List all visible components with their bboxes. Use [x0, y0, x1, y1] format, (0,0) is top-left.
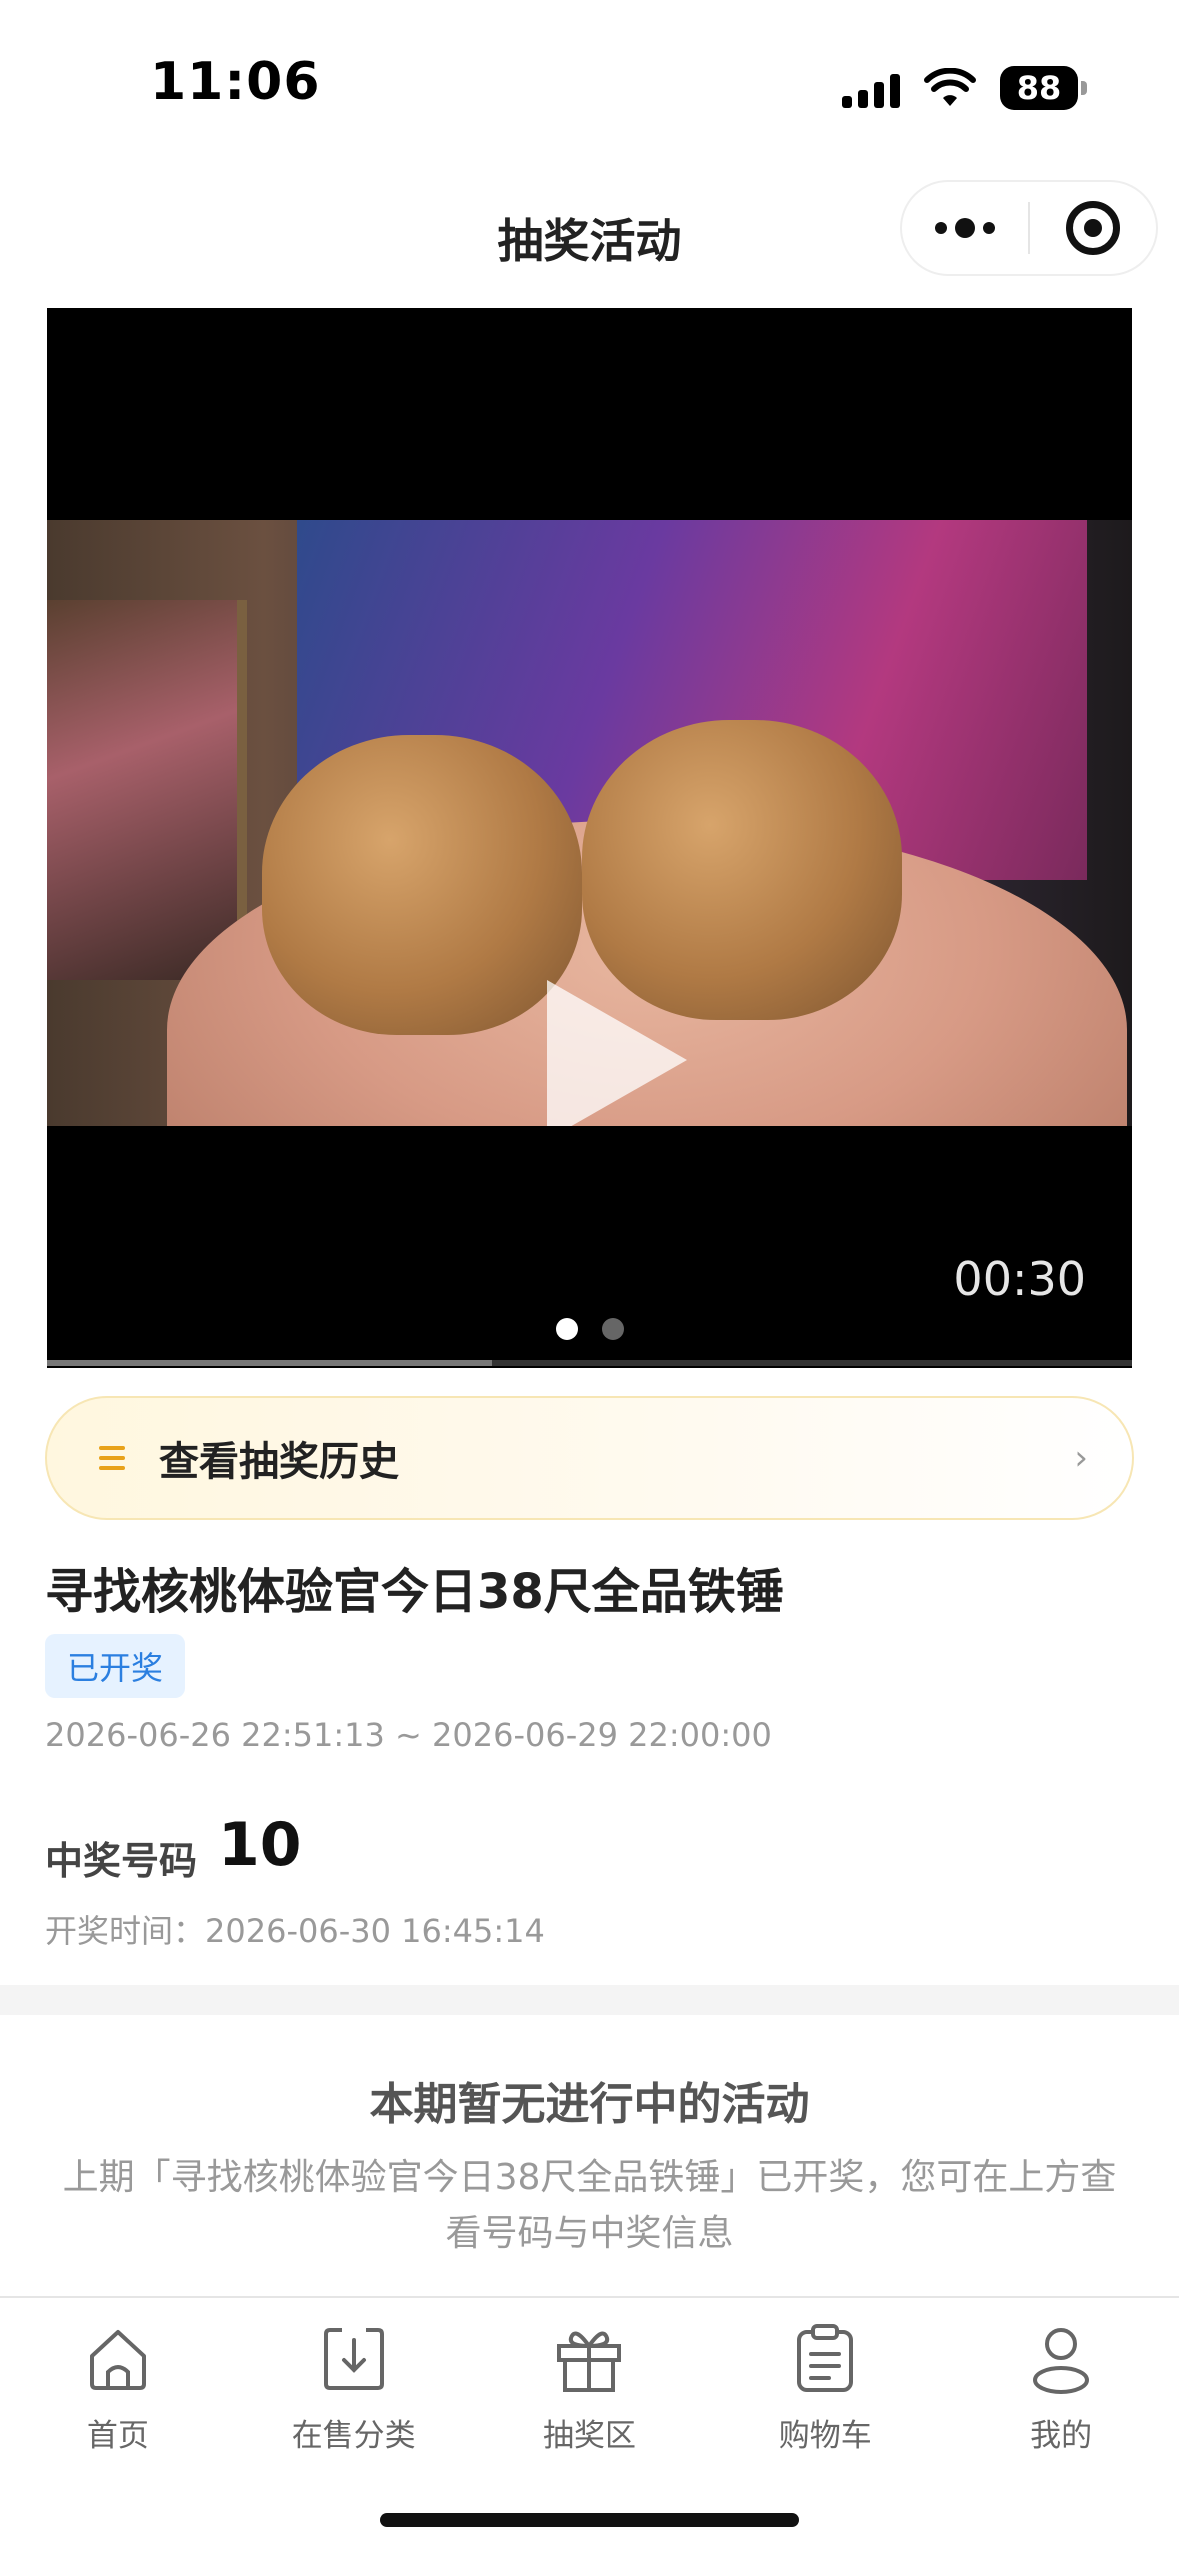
category-icon — [323, 2328, 384, 2390]
walnut-right — [582, 720, 902, 1020]
tab-label: 首页 — [86, 2418, 149, 2454]
lottery-history-label: 查看抽奖历史 — [159, 1439, 399, 1485]
tab-mine[interactable]: 我的 — [943, 2298, 1179, 2476]
tab-label: 购物车 — [778, 2418, 872, 2454]
carousel-dot[interactable] — [555, 1318, 578, 1340]
video-progress-fill — [47, 1360, 492, 1366]
play-icon[interactable] — [547, 980, 687, 1126]
draw-time: 开奖时间：2026-06-30 16:45:14 — [45, 1912, 545, 1950]
tab-lottery[interactable]: 抽奖区 — [472, 2298, 708, 2476]
winning-number: 10 — [218, 1810, 302, 1880]
carousel-indicator — [47, 1318, 1132, 1340]
status-icons: 88 — [842, 62, 1087, 114]
wifi-icon — [924, 68, 976, 106]
status-badge: 已开奖 — [45, 1634, 186, 1698]
list-icon — [99, 1446, 125, 1470]
home-indicator[interactable] — [380, 2513, 799, 2527]
video-progress-bar[interactable] — [47, 1360, 1132, 1366]
section-divider — [0, 1985, 1179, 2015]
status-time: 11:06 — [150, 52, 321, 112]
gift-icon — [557, 2331, 622, 2392]
tab-home[interactable]: 首页 — [0, 2298, 236, 2476]
walnut-left — [262, 735, 582, 1035]
more-dots-icon — [935, 218, 995, 238]
tab-bar: 首页 在售分类 抽奖区 购物车 我的 — [0, 2296, 1179, 2476]
empty-state-description: 上期「寻找核桃体验官今日38尺全品铁锤」已开奖，您可在上方查看号码与中奖信息 — [62, 2157, 1117, 2254]
video-frame — [47, 520, 1132, 1126]
lottery-history-button[interactable]: 查看抽奖历史 › — [45, 1396, 1134, 1520]
video-duration: 00:30 — [953, 1252, 1086, 1306]
user-icon — [1033, 2328, 1090, 2394]
tab-cart[interactable]: 购物车 — [707, 2298, 943, 2476]
activity-period: 2026-06-26 22:51:13 ~ 2026-06-29 22:00:0… — [45, 1716, 772, 1754]
winning-number-label: 中奖号码 — [45, 1839, 198, 1883]
target-icon — [1065, 201, 1120, 255]
tab-category[interactable]: 在售分类 — [236, 2298, 472, 2476]
tab-label: 我的 — [1030, 2418, 1093, 2454]
more-button[interactable] — [902, 182, 1028, 274]
tab-label: 在售分类 — [291, 2418, 416, 2454]
video-player[interactable]: 00:30 — [47, 308, 1132, 1368]
mini-program-capsule — [900, 180, 1158, 276]
clipboard-icon — [797, 2324, 854, 2392]
activity-title: 寻找核桃体验官今日38尺全品铁锤 — [45, 1564, 784, 1620]
cellular-signal-icon — [842, 68, 900, 108]
video-background-painting — [47, 600, 247, 980]
tab-label: 抽奖区 — [542, 2418, 636, 2454]
empty-state-title: 本期暂无进行中的活动 — [369, 2079, 810, 2130]
battery-icon: 88 — [1000, 66, 1087, 110]
carousel-dot[interactable] — [601, 1318, 624, 1340]
chevron-right-icon: › — [1074, 1438, 1088, 1478]
home-icon — [89, 2330, 146, 2390]
close-mini-program-button[interactable] — [1030, 182, 1156, 274]
